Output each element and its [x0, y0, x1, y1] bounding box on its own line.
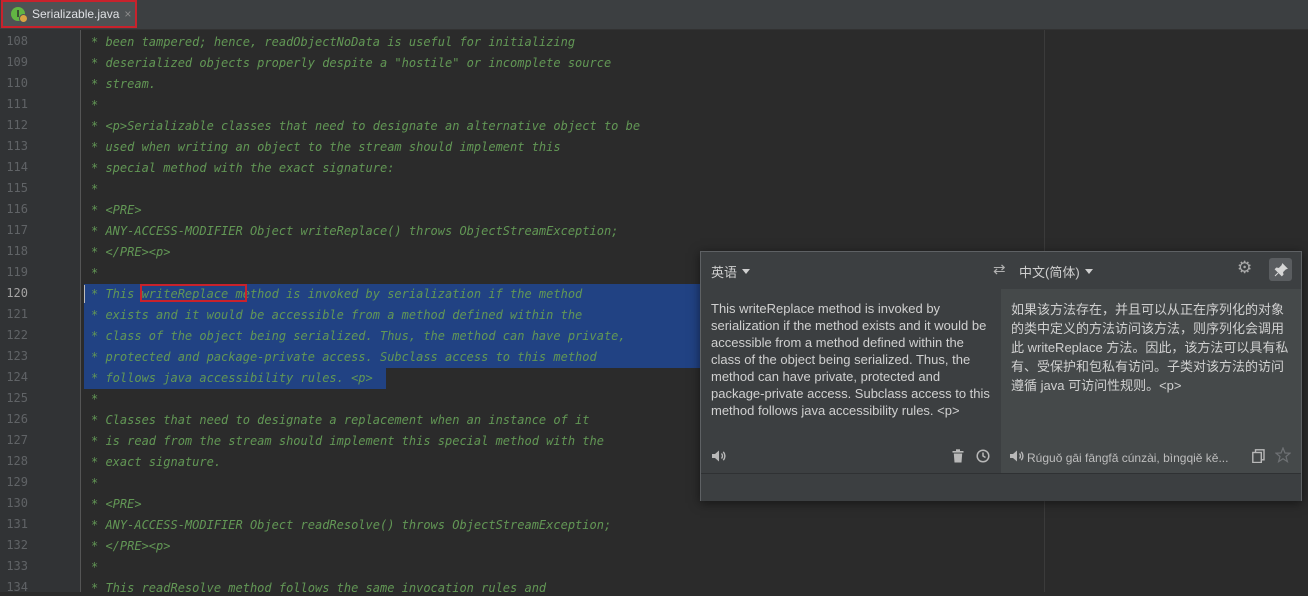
line-number: 109 — [6, 55, 28, 69]
code-line[interactable]: * <PRE> — [91, 496, 142, 512]
file-tab[interactable]: I Serializable.java × — [1, 0, 137, 28]
pin-icon[interactable] — [1269, 258, 1292, 281]
line-number: 129 — [6, 475, 28, 489]
gear-icon[interactable]: ⚙ — [1237, 258, 1252, 278]
transliteration-text: Rúguǒ gāi fāngfǎ cúnzài, bìngqiě kě... — [1027, 451, 1229, 465]
code-line[interactable]: * — [91, 391, 98, 407]
speaker-icon[interactable] — [1009, 449, 1025, 466]
line-number: 110 — [6, 76, 28, 90]
code-line[interactable]: * deserialized objects properly despite … — [91, 55, 611, 71]
source-language-select[interactable]: 英语 — [711, 262, 751, 281]
line-number: 117 — [6, 223, 28, 237]
code-line[interactable]: * follows java accessibility rules. <p> — [91, 370, 373, 386]
chevron-down-icon — [742, 269, 751, 274]
code-line[interactable]: * exists and it would be accessible from… — [91, 307, 582, 323]
line-number: 123 — [6, 349, 28, 363]
code-line[interactable]: * ANY-ACCESS-MODIFIER Object readResolve… — [91, 517, 611, 533]
trash-icon[interactable] — [952, 449, 964, 466]
line-number: 121 — [6, 307, 28, 321]
clock-icon[interactable] — [976, 449, 990, 466]
target-language-select[interactable]: 中文(简体) — [1019, 262, 1093, 281]
code-line[interactable]: * stream. — [91, 76, 156, 92]
line-number: 118 — [6, 244, 28, 258]
code-line[interactable]: * ANY-ACCESS-MODIFIER Object writeReplac… — [91, 223, 618, 239]
line-number: 125 — [6, 391, 28, 405]
translation-result-pane: 如果该方法存在，并且可以从正在序列化的对象的类中定义的方法访问该方法，则序列化会… — [1001, 289, 1301, 473]
source-text-pane[interactable]: This writeReplace method is invoked by s… — [701, 289, 1001, 473]
code-line[interactable]: * Classes that need to designate a repla… — [91, 412, 590, 428]
file-tab-label: Serializable.java — [32, 7, 120, 21]
line-number: 122 — [6, 328, 28, 342]
star-icon[interactable] — [1274, 446, 1292, 466]
line-number: 126 — [6, 412, 28, 426]
code-line[interactable]: * </PRE><p> — [91, 538, 170, 554]
translated-text: 如果该方法存在，并且可以从正在序列化的对象的类中定义的方法访问该方法，则序列化会… — [1011, 302, 1289, 393]
code-line[interactable]: * This readResolve method follows the sa… — [91, 580, 546, 596]
translation-footer — [701, 473, 1301, 501]
code-line[interactable]: * <PRE> — [91, 202, 142, 218]
code-line[interactable]: * — [91, 97, 98, 113]
line-number-gutter: 108 109 110 111 112 113 114 115 116 117 118 119 120 1… — [0, 30, 81, 594]
close-tab-icon[interactable]: × — [124, 7, 131, 21]
code-line[interactable]: * been tampered; hence, readObjectNoData… — [91, 34, 575, 50]
code-line[interactable]: * </PRE><p> — [91, 244, 170, 260]
chevron-down-icon — [1084, 269, 1093, 274]
swap-icon[interactable]: ⇄ — [993, 260, 1006, 278]
code-line[interactable]: * <p>Serializable classes that need to d… — [91, 118, 640, 134]
line-number: 133 — [6, 559, 28, 573]
line-number: 114 — [6, 160, 28, 174]
code-line[interactable]: * protected and package-private access. … — [91, 349, 597, 365]
code-line[interactable]: * — [91, 475, 98, 491]
editor-tab-bar: I Serializable.java × — [0, 0, 1308, 30]
source-language-label: 英语 — [711, 265, 738, 280]
line-number: 112 — [6, 118, 28, 132]
code-line[interactable]: * class of the object being serialized. … — [91, 328, 626, 344]
line-number: 111 — [6, 97, 28, 111]
line-number: 113 — [6, 139, 28, 153]
java-interface-icon: I — [11, 7, 28, 23]
copy-icon[interactable] — [1252, 449, 1265, 466]
text-caret — [84, 285, 85, 303]
line-number: 108 — [6, 34, 28, 48]
code-line[interactable]: * is read from the stream should impleme… — [91, 433, 604, 449]
line-number: 119 — [6, 265, 28, 279]
target-language-label: 中文(简体) — [1019, 265, 1080, 280]
line-number: 124 — [6, 370, 28, 384]
line-number: 128 — [6, 454, 28, 468]
code-line[interactable]: * exact signature. — [91, 454, 221, 470]
source-text[interactable]: This writeReplace method is invoked by s… — [711, 300, 993, 419]
code-line[interactable]: * used when writing an object to the str… — [91, 139, 561, 155]
line-number: 132 — [6, 538, 28, 552]
line-number: 116 — [6, 202, 28, 216]
line-number: 127 — [6, 433, 28, 447]
translation-header: 英语 ⇄ 中文(简体) ⚙ — [701, 252, 1301, 287]
highlight-box — [140, 284, 247, 302]
translation-popup: 英语 ⇄ 中文(简体) ⚙ This writeReplace method i… — [700, 251, 1302, 501]
code-line[interactable]: * — [91, 265, 98, 281]
code-line[interactable]: * — [91, 559, 98, 575]
code-line[interactable]: * special method with the exact signatur… — [91, 160, 394, 176]
code-line[interactable]: * — [91, 181, 98, 197]
line-number: 120 — [6, 286, 28, 300]
speaker-icon[interactable] — [711, 449, 727, 466]
line-number: 130 — [6, 496, 28, 510]
line-number: 131 — [6, 517, 28, 531]
line-number: 115 — [6, 181, 28, 195]
